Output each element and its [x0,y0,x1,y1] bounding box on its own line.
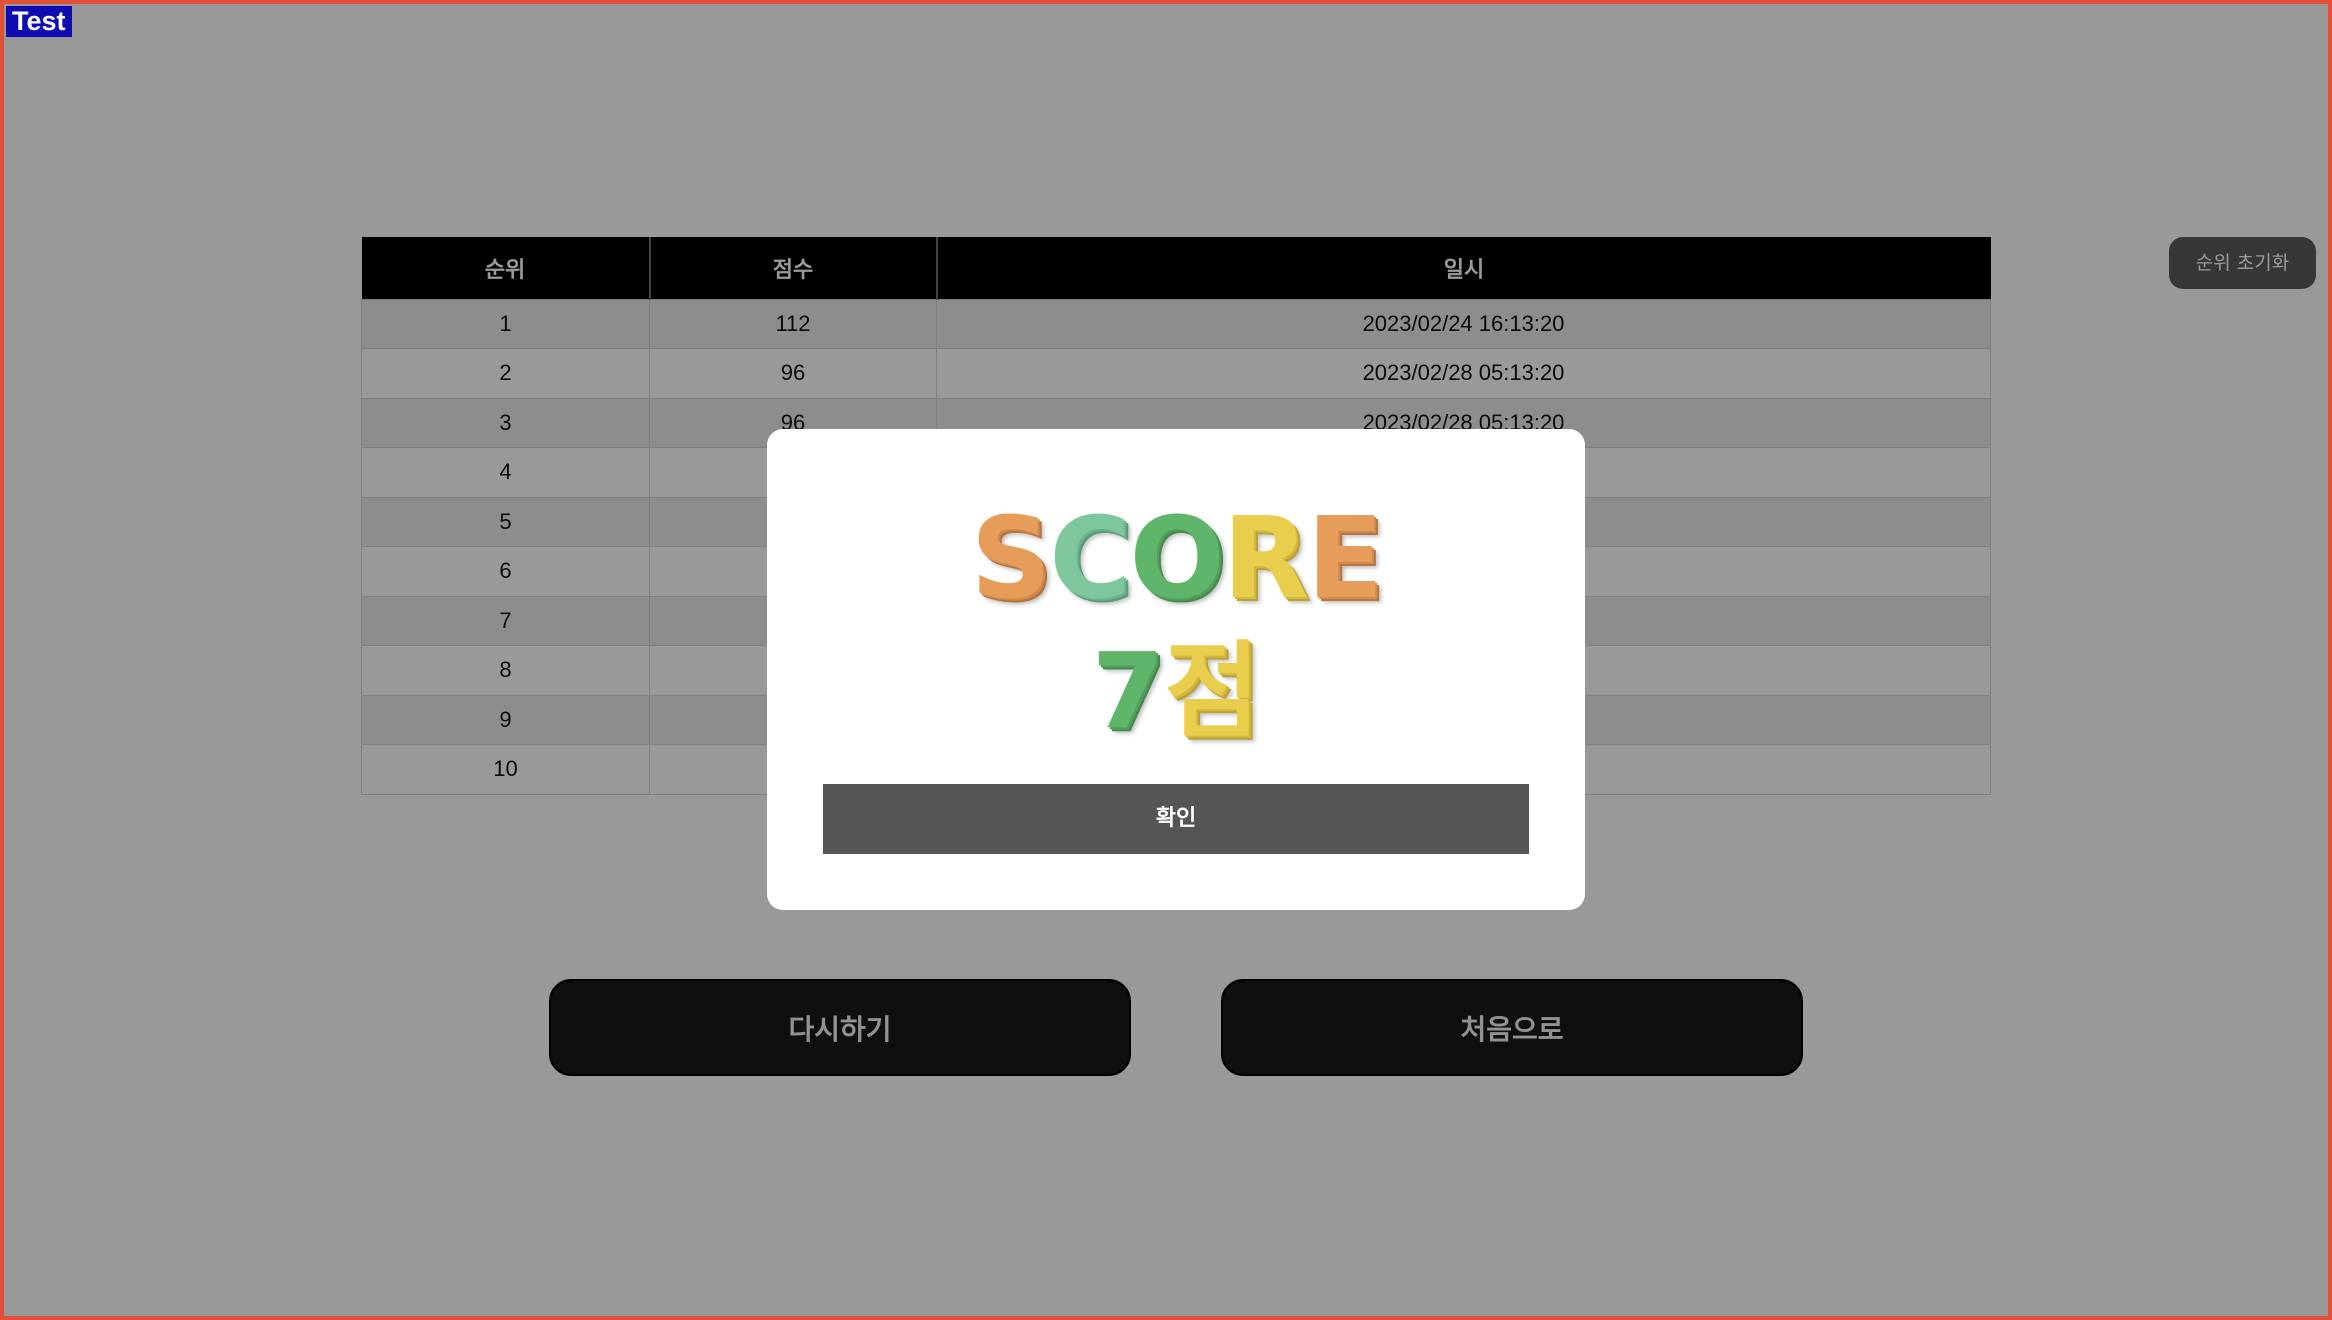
score-modal: SCORE 7점 확인 [767,429,1585,910]
score-unit: 점 [1164,630,1261,752]
score-title-letter: C [1049,494,1131,624]
app-frame: Test 순위 점수 일시 1 112 2023/02/24 16:13:20 … [0,0,2332,1320]
score-title-letter: S [970,494,1052,624]
score-title-letter: O [1129,494,1224,624]
score-title-letter: E [1306,494,1384,624]
test-badge: Test [6,6,72,37]
score-number: 7 [1091,630,1165,752]
confirm-button[interactable]: 확인 [823,784,1529,854]
score-title-letter: R [1222,494,1309,624]
score-value: 7점 [767,624,1585,759]
score-title: SCORE [767,489,1585,629]
